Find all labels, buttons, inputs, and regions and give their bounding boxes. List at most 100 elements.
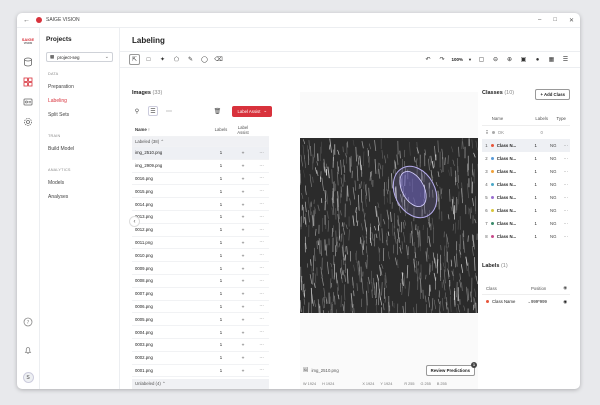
class-row[interactable]: 8 Class N... 1 NG ⋯ <box>482 230 570 243</box>
zoom-level[interactable]: 100% <box>452 57 464 62</box>
label-row[interactable]: Class Name ⌄ 999*999 ◉ <box>482 295 570 308</box>
image-row[interactable]: img_2909.png 1 ⌖ ⋯ <box>132 160 269 173</box>
label-assist-icon[interactable]: ⌖ <box>232 176 254 181</box>
class-more-icon[interactable]: ⋯ <box>561 195 570 201</box>
row-more-icon[interactable]: ⋯ <box>254 227 269 233</box>
image-row[interactable]: 0010.png 1 ⌖ ⋯ <box>132 249 269 263</box>
id-card-icon[interactable] <box>22 96 34 108</box>
label-assist-icon[interactable]: ⌖ <box>232 214 254 219</box>
label-assist-icon[interactable]: ⌖ <box>232 202 254 207</box>
maximize-icon[interactable]: □ <box>553 17 557 24</box>
class-row[interactable]: 4 Class N... 1 NG ⋯ <box>482 178 570 191</box>
row-more-icon[interactable]: ⋯ <box>254 188 269 194</box>
row-more-icon[interactable]: ⋯ <box>254 291 269 297</box>
project-selector[interactable]: ▩ project-seg ⌄ <box>46 52 113 62</box>
row-more-icon[interactable]: ⋯ <box>254 252 269 258</box>
class-row[interactable]: 5 Class N... 1 NG ⋯ <box>482 191 570 204</box>
close-icon[interactable]: ✕ <box>569 17 574 24</box>
box-tool-icon[interactable]: □ <box>144 55 153 64</box>
image-row[interactable]: 0003.png 1 ⌖ ⋯ <box>132 339 269 352</box>
labeling-grid-icon[interactable] <box>22 76 34 88</box>
label-assist-icon[interactable]: ⌖ <box>232 150 254 155</box>
settings-sliders-icon[interactable]: ☰ <box>561 55 570 64</box>
fit-screen-icon[interactable]: ▢ <box>477 55 486 64</box>
label-assist-icon[interactable]: ⌖ <box>232 355 254 360</box>
row-more-icon[interactable]: ⋯ <box>254 329 269 335</box>
image-row[interactable]: 0013.png 1 ⌖ ⋯ <box>132 211 269 224</box>
help-icon[interactable]: ? <box>22 316 34 328</box>
image-row[interactable]: 0016.png 1 ⌖ ⋯ <box>132 173 269 186</box>
filter-icon[interactable]: ☰ <box>148 106 158 116</box>
eraser-tool-icon[interactable]: ⌫ <box>214 55 223 64</box>
class-more-icon[interactable]: ⋯ <box>561 169 570 175</box>
labeled-group-row[interactable]: Labeled (38) ⌃ <box>132 137 269 147</box>
class-more-icon[interactable]: ⋯ <box>561 182 570 188</box>
class-more-icon[interactable]: ⋯ <box>561 156 570 162</box>
eye-icon[interactable]: ◉ <box>560 285 570 291</box>
image-row[interactable]: 0012.png 1 ⌖ ⋯ <box>132 224 269 237</box>
add-class-button[interactable]: + Add Class <box>535 89 570 100</box>
label-assist-icon[interactable]: ⌖ <box>232 342 254 347</box>
sort-name-header[interactable]: Name ↑ <box>132 127 210 132</box>
review-predictions-button[interactable]: Review Predictions 1 <box>425 361 477 376</box>
image-adjust-icon[interactable]: ▣ <box>519 55 528 64</box>
undo-icon[interactable]: ↶ <box>424 55 433 64</box>
zoom-dropdown-icon[interactable]: ▼ <box>468 57 472 62</box>
label-assist-icon[interactable]: ⌖ <box>232 240 254 245</box>
image-canvas[interactable] <box>300 138 478 313</box>
class-row[interactable]: 7 Class N... 1 NG ⋯ <box>482 217 570 230</box>
class-row[interactable]: 1 Class N... 1 NG ⋯ <box>482 139 570 152</box>
label-assist-icon[interactable]: ⌖ <box>232 253 254 258</box>
image-row[interactable]: 0006.png 1 ⌖ ⋯ <box>132 301 269 314</box>
nav-item-split-sets[interactable]: Split Sets <box>46 108 113 122</box>
nav-item-analyses[interactable]: Analyses <box>46 190 113 204</box>
user-avatar[interactable]: S <box>22 372 34 383</box>
minimize-icon[interactable]: – <box>538 17 541 24</box>
back-arrow-icon[interactable]: ← <box>23 17 30 24</box>
image-row[interactable]: img_2510.png 1 ⌖ ⋯ <box>132 147 269 160</box>
row-more-icon[interactable]: ⋯ <box>254 342 269 348</box>
class-more-icon[interactable]: ⋯ <box>561 143 570 149</box>
row-more-icon[interactable]: ⋯ <box>254 316 269 322</box>
settings-gear-icon[interactable] <box>22 116 34 128</box>
class-more-icon[interactable]: ⋯ <box>561 234 570 240</box>
drag-handle-icon[interactable]: ⠿ <box>482 130 492 136</box>
row-more-icon[interactable]: ⋯ <box>254 278 269 284</box>
select-tool-icon[interactable]: ⇱ <box>129 54 140 65</box>
nav-item-preparation[interactable]: Preparation <box>46 80 113 94</box>
row-more-icon[interactable]: ⋯ <box>254 367 269 373</box>
label-assist-icon[interactable]: ⌖ <box>232 189 254 194</box>
row-more-icon[interactable]: ⋯ <box>254 214 269 220</box>
collapse-sidebar-button[interactable]: ‹ <box>129 216 140 227</box>
label-assist-icon[interactable]: ⌖ <box>232 368 254 373</box>
unlabeled-group-row[interactable]: Unlabeled (4) ⌃ <box>132 379 269 389</box>
row-more-icon[interactable]: ⋯ <box>254 239 269 245</box>
row-more-icon[interactable]: ⋯ <box>254 265 269 271</box>
notification-bell-icon[interactable] <box>22 344 34 356</box>
class-row[interactable]: 2 Class N... 1 NG ⋯ <box>482 152 570 165</box>
lasso-tool-icon[interactable]: ◯ <box>200 55 209 64</box>
row-more-icon[interactable]: ⋯ <box>254 355 269 361</box>
brush-tool-icon[interactable]: ✎ <box>186 55 195 64</box>
row-more-icon[interactable]: ⋯ <box>254 150 269 156</box>
label-assist-icon[interactable]: ⌖ <box>232 163 254 168</box>
row-more-icon[interactable]: ⋯ <box>254 163 269 169</box>
nav-item-labeling[interactable]: Labeling <box>46 94 113 108</box>
more-options-icon[interactable]: ⋯ <box>164 106 174 116</box>
zoom-out-icon[interactable]: ⊖ <box>491 55 500 64</box>
zoom-in-icon[interactable]: ⊕ <box>505 55 514 64</box>
class-row-ok[interactable]: ⠿ OK 0 <box>482 126 570 139</box>
label-assist-icon[interactable]: ⌖ <box>232 266 254 271</box>
label-assist-icon[interactable]: ⌖ <box>232 317 254 322</box>
label-assist-icon[interactable]: ⌖ <box>232 227 254 232</box>
label-assist-icon[interactable]: ⌖ <box>232 330 254 335</box>
image-row[interactable]: 0008.png 1 ⌖ ⋯ <box>132 275 269 288</box>
row-more-icon[interactable]: ⋯ <box>254 175 269 181</box>
class-row[interactable]: 3 Class N... 1 NG ⋯ <box>482 165 570 178</box>
image-row[interactable]: 0007.png 1 ⌖ ⋯ <box>132 288 269 301</box>
image-row[interactable]: 0004.png 1 ⌖ ⋯ <box>132 326 269 339</box>
label-assist-icon[interactable]: ⌖ <box>232 278 254 283</box>
class-more-icon[interactable]: ⋯ <box>561 221 570 227</box>
nav-item-models[interactable]: Models <box>46 176 113 190</box>
image-row[interactable]: 0014.png 1 ⌖ ⋯ <box>132 198 269 211</box>
